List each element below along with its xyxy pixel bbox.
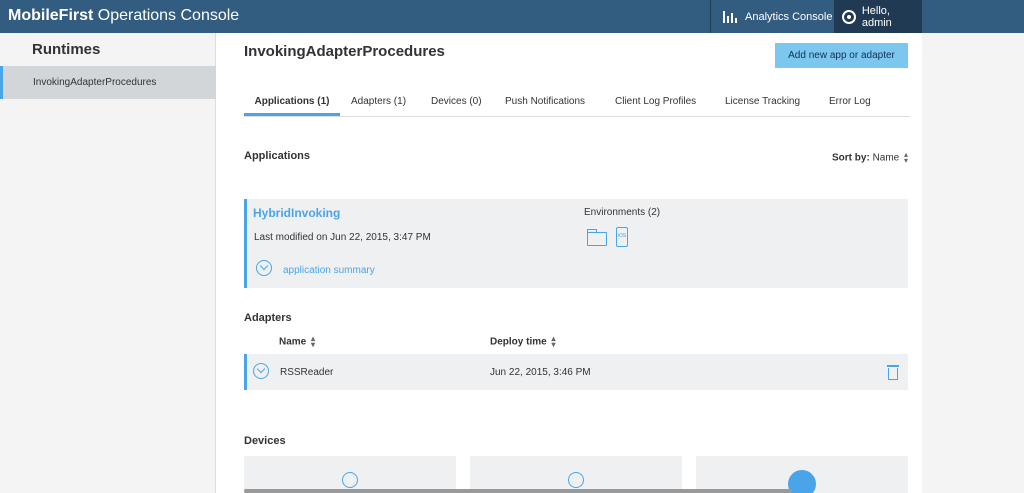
sidebar-item-label: InvokingAdapterProcedures xyxy=(33,77,157,88)
add-app-or-adapter-button[interactable]: Add new app or adapter xyxy=(775,43,908,68)
app-last-modified: Last modified on Jun 22, 2015, 3:47 PM xyxy=(254,232,431,243)
device-card xyxy=(470,456,682,493)
analytics-console-label: Analytics Console xyxy=(745,10,833,23)
sidebar-item-invoking-adapter-procedures[interactable]: InvokingAdapterProcedures xyxy=(0,66,216,99)
adapter-name: RSSReader xyxy=(280,367,334,378)
tab-devices[interactable]: Devices (0) xyxy=(431,96,482,116)
expand-chevron-icon[interactable] xyxy=(253,363,269,379)
device-circle-icon xyxy=(342,472,358,488)
horizontal-scrollbar[interactable] xyxy=(244,489,792,493)
adapters-section-title: Adapters xyxy=(244,312,292,324)
gear-icon xyxy=(842,9,856,24)
sort-control[interactable]: Sort by: Name ▴ ▾ xyxy=(832,150,909,165)
device-circle-icon xyxy=(788,470,816,493)
main-content: InvokingAdapterProcedures Add new app or… xyxy=(216,33,922,493)
top-bar-spacer xyxy=(922,0,1024,33)
brand-bold: MobileFirst xyxy=(8,7,94,24)
device-circle-icon xyxy=(568,472,584,488)
tab-push-notifications[interactable]: Push Notifications xyxy=(505,96,585,116)
application-card: HybridInvoking Last modified on Jun 22, … xyxy=(244,199,908,288)
adapter-deploy-time: Jun 22, 2015, 3:46 PM xyxy=(490,367,591,378)
sort-value: Name xyxy=(872,152,900,164)
brand-rest: Operations Console xyxy=(93,7,240,24)
ios-label: iOS xyxy=(617,233,627,239)
devices-section-title: Devices xyxy=(244,435,286,447)
sidebar: Runtimes InvokingAdapterProcedures xyxy=(0,33,216,493)
tab-bar: Applications (1) Adapters (1) Devices (0… xyxy=(244,91,910,117)
ios-phone-icon[interactable]: iOS xyxy=(616,227,628,247)
app-name-link[interactable]: HybridInvoking xyxy=(253,206,340,220)
sort-label: Sort by: xyxy=(832,152,870,164)
analytics-console-link[interactable]: Analytics Console xyxy=(710,0,834,33)
applications-section-title: Applications xyxy=(244,150,311,162)
folder-icon[interactable] xyxy=(587,229,607,246)
application-summary-link[interactable]: application summary xyxy=(283,265,375,276)
user-label: Hello, admin xyxy=(861,4,892,29)
page-title: InvokingAdapterProcedures xyxy=(244,43,445,60)
tab-adapters[interactable]: Adapters (1) xyxy=(351,96,406,116)
column-name-label: Name xyxy=(279,336,307,348)
device-card xyxy=(696,456,908,493)
tab-client-log-profiles[interactable]: Client Log Profiles xyxy=(615,96,696,116)
tab-applications[interactable]: Applications (1) xyxy=(244,96,340,116)
sort-arrows-icon: ▴ ▾ xyxy=(551,334,556,349)
trash-icon[interactable] xyxy=(887,365,899,380)
top-bar: MobileFirst Operations Console Analytics… xyxy=(0,0,1024,33)
bar-chart-icon xyxy=(723,10,739,23)
column-deploy-time-label: Deploy time xyxy=(490,336,547,348)
tab-error-log[interactable]: Error Log xyxy=(829,96,871,116)
right-gutter xyxy=(922,33,1024,493)
user-menu[interactable]: Hello, admin xyxy=(834,0,922,33)
sidebar-title: Runtimes xyxy=(32,41,101,58)
expand-chevron-icon[interactable] xyxy=(256,260,272,276)
tab-license-tracking[interactable]: License Tracking xyxy=(725,96,800,116)
environments-label: Environments (2) xyxy=(584,207,661,218)
sort-arrows-icon: ▴ ▾ xyxy=(311,334,316,349)
sort-arrows-icon: ▴ ▾ xyxy=(904,150,909,165)
device-card xyxy=(244,456,456,493)
table-row: RSSReader Jun 22, 2015, 3:46 PM xyxy=(244,354,908,390)
app-brand: MobileFirst Operations Console xyxy=(8,7,239,25)
column-header-deploy-time[interactable]: Deploy time ▴ ▾ xyxy=(490,334,556,349)
column-header-name[interactable]: Name ▴ ▾ xyxy=(279,334,316,349)
